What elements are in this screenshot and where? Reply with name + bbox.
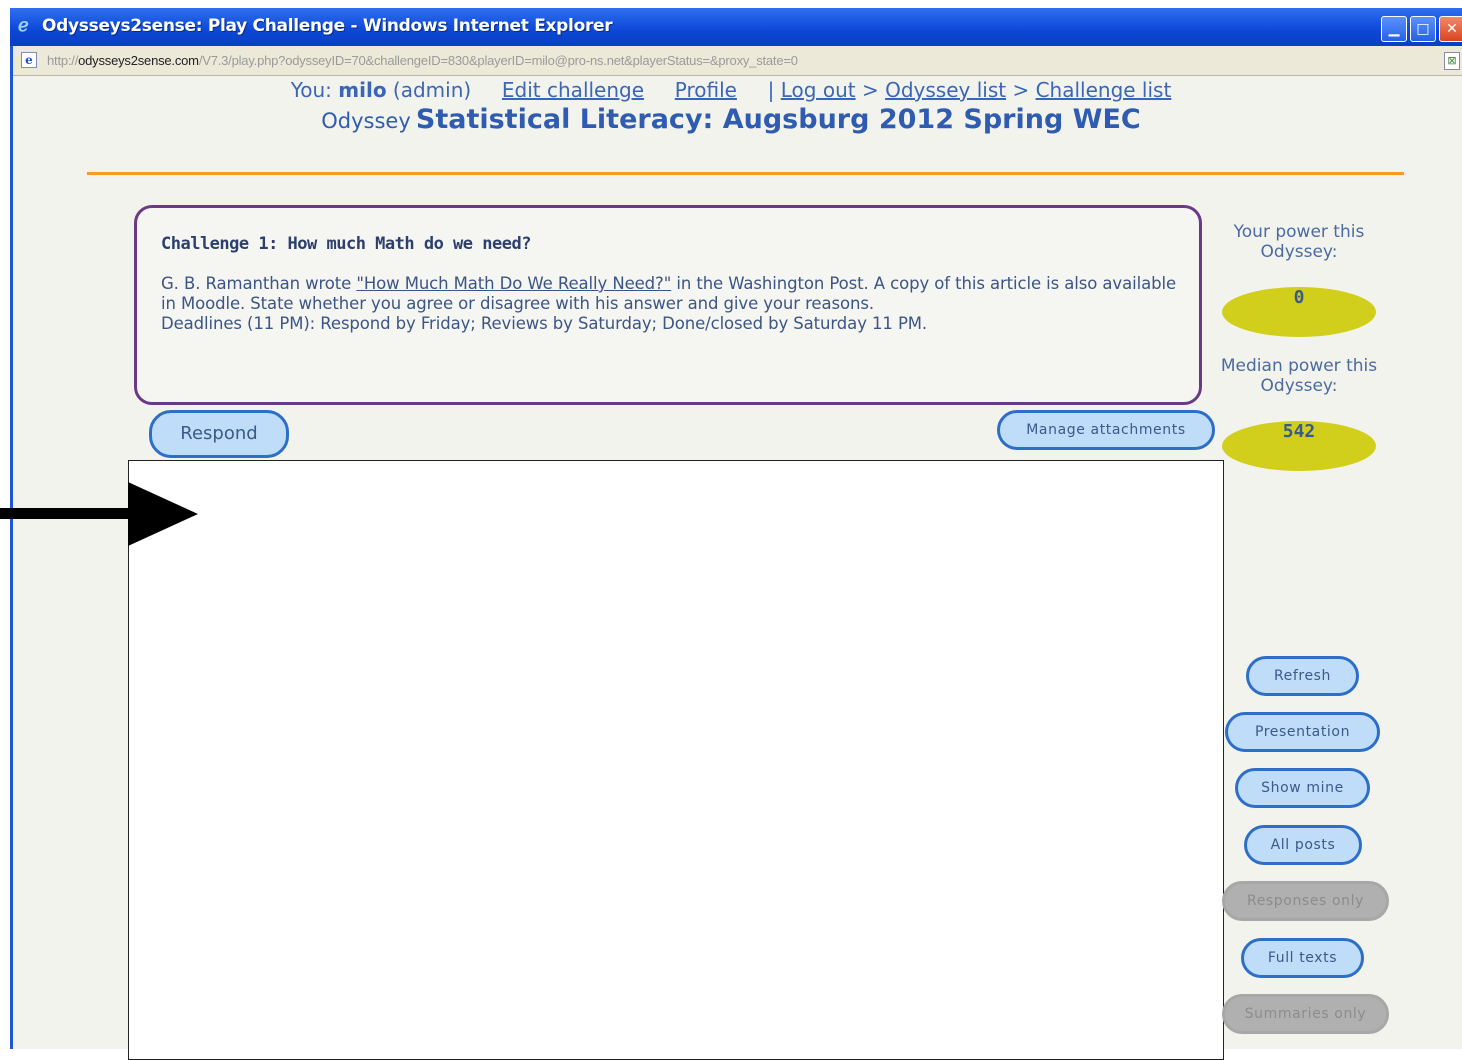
your-power-label: Your power this Odyssey: [1233,222,1365,262]
title-bar: ℯ Odysseys2sense: Play Challenge - Windo… [10,8,1462,46]
nav-separator: | [767,78,775,102]
profile-link[interactable]: Profile [675,78,737,102]
maximize-icon: □ [1416,21,1430,37]
top-nav: You: milo (admin) Edit challenge Profile… [0,78,1462,102]
url-text[interactable]: http://odysseys2sense.com/V7.3/play.php?… [47,53,798,68]
ie-logo-icon: ℯ [18,15,29,36]
close-icon: ✕ [1446,21,1458,37]
minimize-button[interactable]: ▁ [1381,16,1407,42]
minimize-icon: ▁ [1388,21,1400,37]
page-title: Odyssey Statistical Literacy: Augsburg 2… [0,104,1462,135]
challenge-list-link[interactable]: Challenge list [1036,78,1172,102]
full-texts-button[interactable]: Full texts [1241,938,1364,978]
user-role: (admin) [392,78,472,102]
article-link[interactable]: "How Much Math Do We Really Need?" [356,274,671,293]
page-icon: e [21,52,37,68]
show-mine-button[interactable]: Show mine [1235,768,1370,808]
arrow-pointer-icon [0,482,198,546]
response-area[interactable] [128,460,1224,1060]
refresh-button[interactable]: Refresh [1246,656,1359,696]
median-power-value: 542 [1222,421,1376,471]
deadlines-text: Deadlines (11 PM): Respond by Friday; Re… [161,314,928,333]
breadcrumb-sep: > [1012,78,1030,102]
challenge-description: G. B. Ramanthan wrote "How Much Math Do … [161,274,1176,333]
challenge-heading: Challenge 1: How much Math do we need? [161,234,531,254]
breadcrumb-sep: > [861,78,879,102]
challenge-box: Challenge 1: How much Math do we need? G… [134,205,1202,405]
feed-icon[interactable]: ⊠ [1444,52,1460,70]
divider [87,172,1404,175]
responses-only-button[interactable]: Responses only [1222,881,1389,921]
odyssey-title: Statistical Literacy: Augsburg 2012 Spri… [415,104,1141,135]
summaries-only-button[interactable]: Summaries only [1222,994,1389,1034]
address-bar[interactable]: e http://odysseys2sense.com/V7.3/play.ph… [13,46,1462,76]
close-button[interactable]: ✕ [1439,16,1462,42]
you-label: You: [290,78,332,102]
your-power-value: 0 [1222,287,1376,337]
window-title: Odysseys2sense: Play Challenge - Windows… [42,16,613,36]
all-posts-button[interactable]: All posts [1244,825,1362,865]
odyssey-list-link[interactable]: Odyssey list [885,78,1006,102]
logout-link[interactable]: Log out [781,78,856,102]
maximize-button[interactable]: □ [1410,16,1436,42]
edit-challenge-link[interactable]: Edit challenge [502,78,644,102]
respond-button[interactable]: Respond [149,410,289,458]
title-prefix: Odyssey [321,109,411,133]
presentation-button[interactable]: Presentation [1225,712,1380,752]
user-name: milo [338,78,387,102]
median-power-label: Median power this Odyssey: [1220,356,1378,396]
manage-attachments-button[interactable]: Manage attachments [997,410,1215,450]
